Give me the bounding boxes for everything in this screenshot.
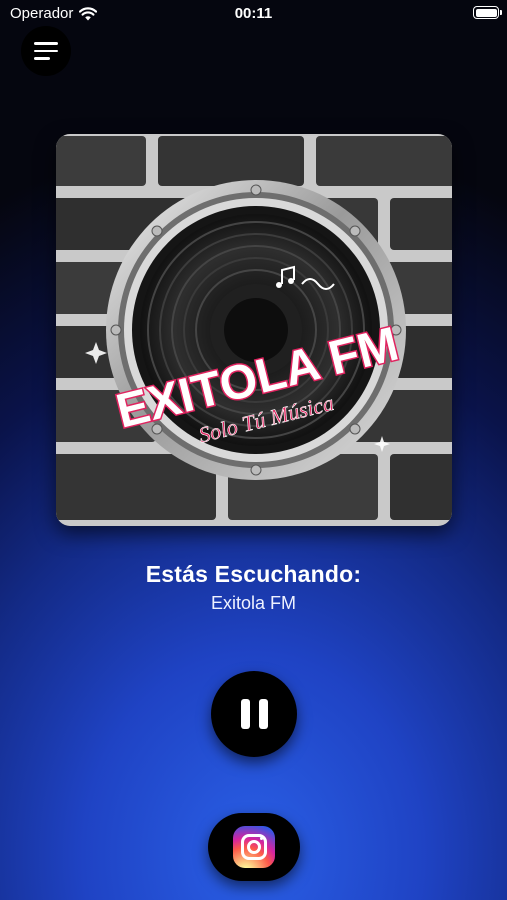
battery-level <box>475 8 497 17</box>
pause-icon-bar <box>258 699 268 729</box>
hamburger-menu-icon <box>34 42 58 45</box>
pause-icon <box>240 699 250 729</box>
hamburger-line <box>34 57 50 60</box>
instagram-icon-dot <box>260 837 263 840</box>
status-time: 00:11 <box>234 5 273 22</box>
station-logo-image: EXITOLA FM Solo Tú Música <box>56 134 452 526</box>
station-name: Exitola FM <box>210 593 297 613</box>
hamburger-line <box>34 49 58 53</box>
station-artwork: EXITOLA FM Solo Tú Música <box>56 134 452 526</box>
instagram-icon <box>233 826 275 868</box>
pause-button[interactable] <box>211 671 297 757</box>
status-bar: Operador 00:11 <box>0 0 507 28</box>
menu-button[interactable] <box>21 26 71 76</box>
battery-icon <box>473 6 502 19</box>
instagram-icon-lens <box>247 840 261 854</box>
instagram-button[interactable] <box>208 813 300 881</box>
now-playing-heading: Estás Escuchando: <box>145 561 362 587</box>
